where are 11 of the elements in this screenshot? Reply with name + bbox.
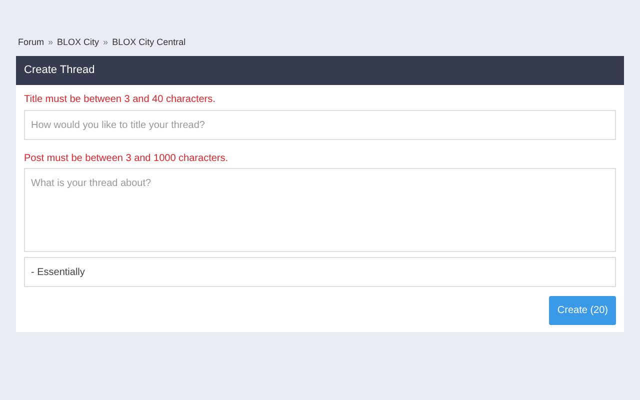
error-message: Title must be between 3 and 40 characters. (24, 93, 216, 106)
breadcrumb-link[interactable]: BLOX City Central (112, 36, 186, 50)
breadcrumb-link[interactable]: BLOX City (57, 36, 100, 50)
breadcrumb-separator: » (48, 36, 54, 50)
breadcrumb-link[interactable]: Forum (18, 36, 44, 50)
category-select[interactable]: - Essentially (24, 257, 616, 287)
error-message: Post must be between 3 and 1000 characters. (24, 152, 230, 165)
panel-title: Create Thread (24, 63, 95, 78)
title-input[interactable]: How would you like to title your thread? (24, 110, 616, 140)
breadcrumb-separator: » (103, 36, 108, 50)
post-textarea[interactable]: What is your thread about? (24, 168, 616, 252)
